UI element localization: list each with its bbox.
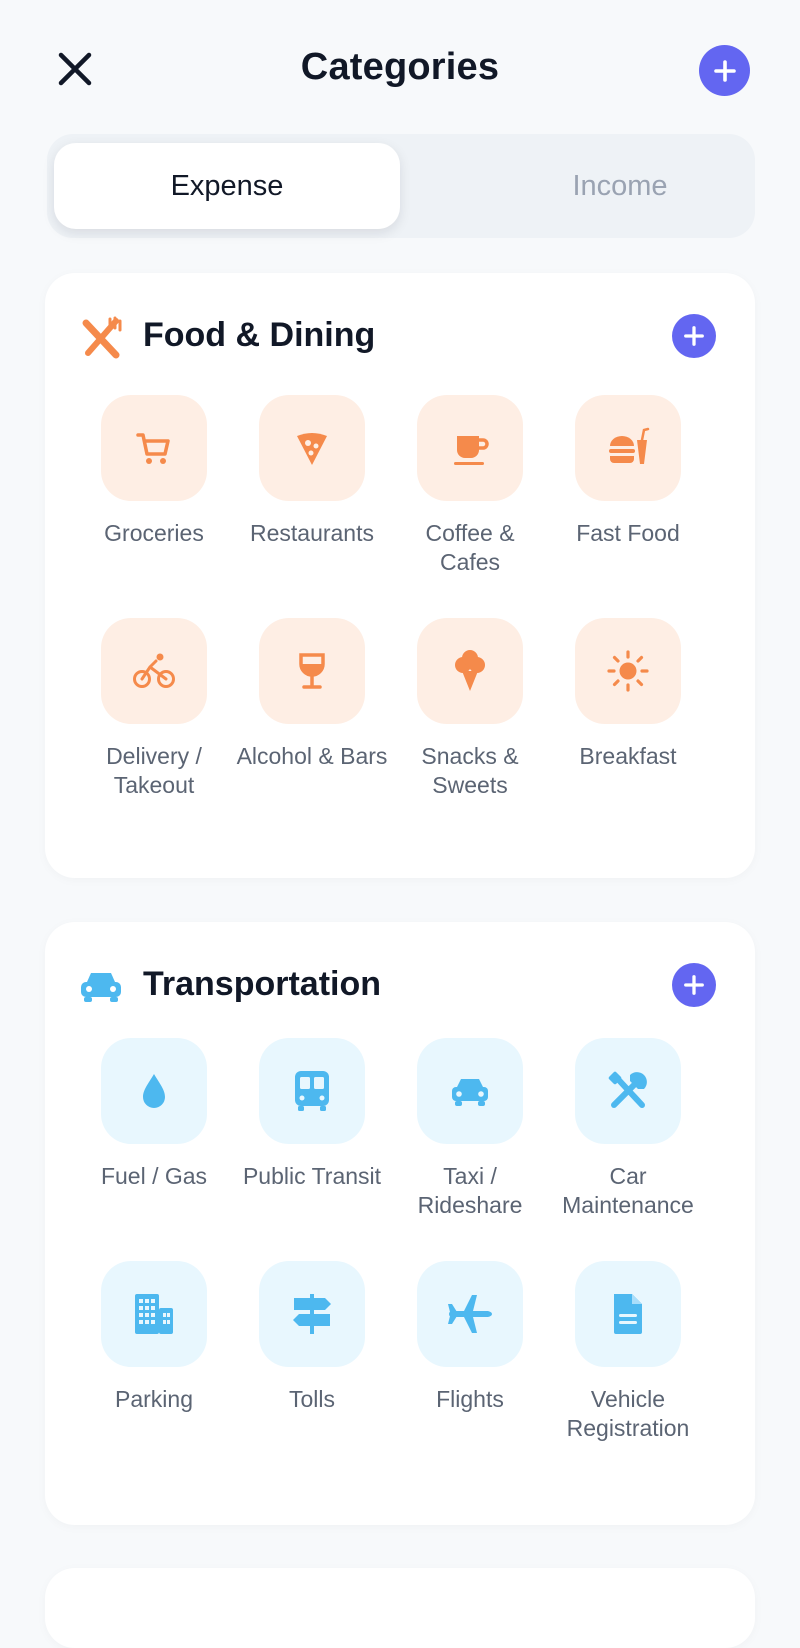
- drop-icon: [143, 1074, 165, 1108]
- car-icon: [81, 973, 121, 1002]
- tile-label: Public Transit: [242, 1163, 382, 1189]
- category-tile[interactable]: Tolls: [234, 1261, 390, 1414]
- wine-glass-icon: [299, 653, 325, 689]
- tile-label: Snacks & Sweets: [421, 743, 519, 798]
- category-tile[interactable]: Flights: [392, 1261, 548, 1414]
- tile-icon-box: [417, 395, 523, 501]
- tile-label: Delivery / Takeout: [106, 743, 202, 798]
- section-title: Transportation: [143, 965, 382, 1003]
- cart-icon: [136, 433, 170, 464]
- tile-label: Flights: [436, 1386, 504, 1412]
- section-title: Food & Dining: [143, 316, 376, 354]
- section-next-card: [45, 1568, 755, 1648]
- add-category-button[interactable]: [699, 45, 750, 96]
- tile-label: Fast Food: [576, 520, 680, 546]
- tile-label: Groceries: [104, 520, 204, 546]
- tile-label: Alcohol & Bars: [236, 743, 388, 769]
- add-subcategory-button[interactable]: [672, 314, 716, 358]
- ice-cream-icon: [455, 650, 485, 691]
- airplane-icon: [448, 1295, 492, 1333]
- tile-icon-box: [101, 1038, 207, 1144]
- section-transportation: Transportation Fuel / Gas Public Transit: [45, 922, 755, 1525]
- document-icon: [614, 1294, 642, 1334]
- tile-icon-box: [417, 1038, 523, 1144]
- plus-icon: [713, 59, 736, 82]
- category-tile[interactable]: Vehicle Registration: [550, 1261, 706, 1443]
- fork-knife-icon: [82, 316, 122, 359]
- category-tile[interactable]: Parking: [76, 1261, 232, 1414]
- tile-label: Restaurants: [249, 520, 374, 546]
- plus-icon: [684, 326, 704, 346]
- bus-icon: [295, 1071, 329, 1111]
- building-icon: [135, 1294, 173, 1334]
- bicycle-icon: [133, 653, 175, 688]
- tab-expense[interactable]: Expense: [54, 143, 400, 229]
- tile-label: Vehicle Registration: [566, 1386, 690, 1441]
- tile-label: Parking: [115, 1386, 193, 1412]
- category-tile[interactable]: Alcohol & Bars: [234, 618, 390, 771]
- category-tile[interactable]: Taxi / Rideshare: [392, 1038, 548, 1220]
- tile-icon-box: [417, 1261, 523, 1367]
- add-subcategory-button[interactable]: [672, 963, 716, 1007]
- tile-icon-box: [575, 618, 681, 724]
- tile-icon-box: [259, 1261, 365, 1367]
- tile-label: Car Maintenance: [562, 1163, 694, 1218]
- type-segmented-control: Expense Income: [47, 134, 755, 238]
- taxi-icon: [452, 1079, 488, 1106]
- header: Categories: [0, 0, 800, 140]
- section-food-dining: Food & Dining Groceries Restaurants Coff…: [45, 273, 755, 878]
- tile-label: Tolls: [288, 1386, 335, 1412]
- tile-icon-box: [259, 618, 365, 724]
- category-tile[interactable]: Breakfast: [550, 618, 706, 771]
- tile-icon-box: [575, 1038, 681, 1144]
- pizza-icon: [297, 433, 327, 465]
- tab-income[interactable]: Income: [447, 143, 793, 229]
- category-tile[interactable]: Coffee & Cafes: [392, 395, 548, 577]
- plus-icon: [684, 975, 704, 995]
- tile-icon-box: [417, 618, 523, 724]
- tile-icon-box: [101, 618, 207, 724]
- category-tile[interactable]: Restaurants: [234, 395, 390, 548]
- category-tile[interactable]: Public Transit: [234, 1038, 390, 1191]
- tile-icon-box: [101, 1261, 207, 1367]
- category-tile[interactable]: Snacks & Sweets: [392, 618, 548, 800]
- tile-icon-box: [575, 395, 681, 501]
- tile-label: Fuel / Gas: [100, 1163, 208, 1189]
- category-tile[interactable]: Car Maintenance: [550, 1038, 706, 1220]
- coffee-icon: [454, 436, 489, 465]
- page-title: Categories: [300, 46, 500, 88]
- tile-icon-box: [101, 395, 207, 501]
- tools-icon: [608, 1071, 647, 1108]
- tile-icon-box: [259, 395, 365, 501]
- tile-label: Breakfast: [579, 743, 677, 769]
- category-tile[interactable]: Fast Food: [550, 395, 706, 548]
- tile-label: Taxi / Rideshare: [417, 1163, 523, 1218]
- tile-label: Coffee & Cafes: [425, 520, 515, 575]
- tile-icon-box: [259, 1038, 365, 1144]
- signpost-icon: [293, 1294, 331, 1334]
- category-tile[interactable]: Groceries: [76, 395, 232, 548]
- burger-icon: [609, 427, 650, 464]
- sun-icon: [607, 650, 649, 692]
- category-tile[interactable]: Fuel / Gas: [76, 1038, 232, 1191]
- category-tile[interactable]: Delivery / Takeout: [76, 618, 232, 800]
- tile-icon-box: [575, 1261, 681, 1367]
